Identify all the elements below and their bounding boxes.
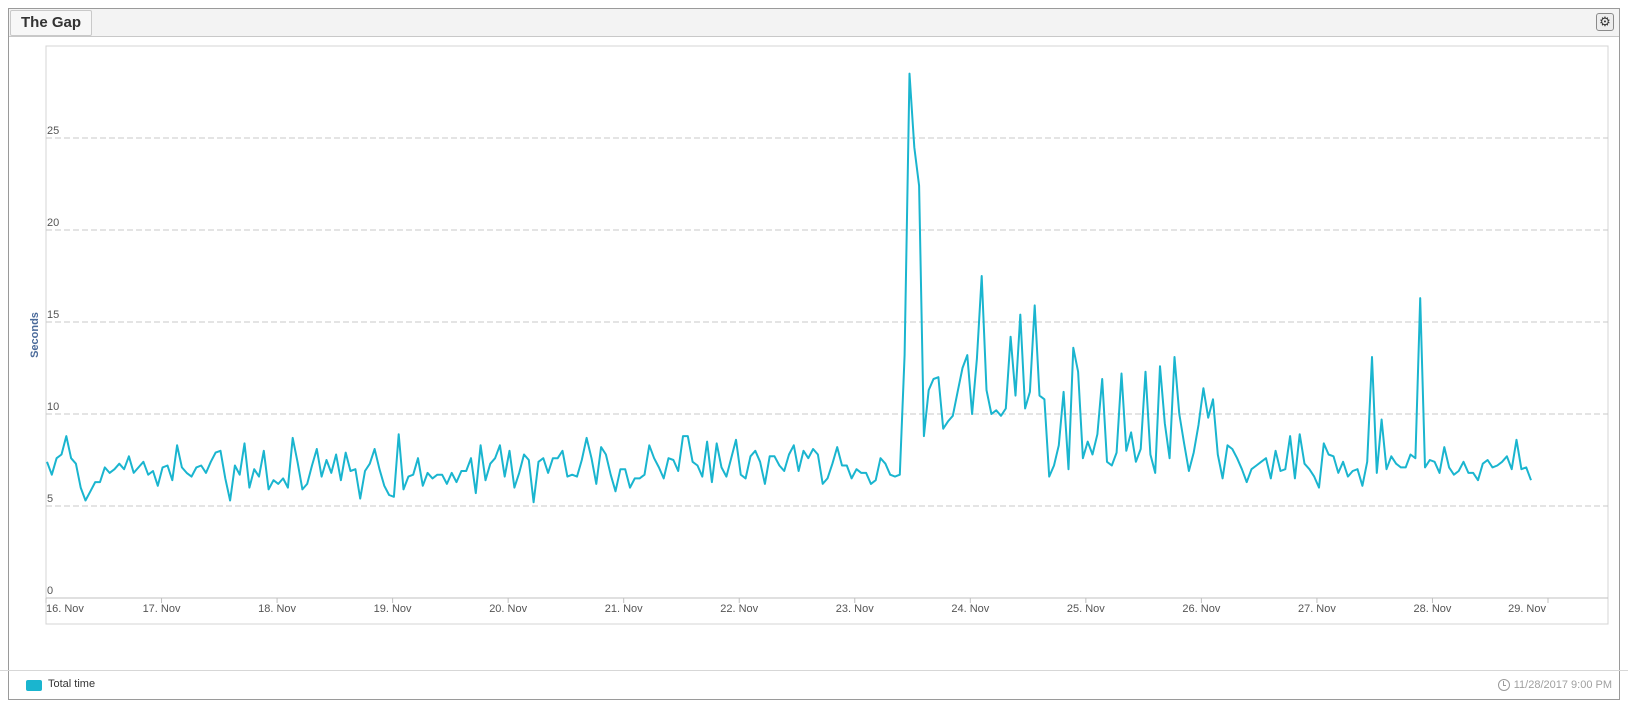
- y-tick-label: 15: [47, 309, 59, 321]
- x-tick-label: 16. Nov: [46, 603, 84, 615]
- x-tick-label: 19. Nov: [374, 603, 412, 615]
- y-tick-label: 10: [47, 401, 59, 413]
- y-tick-label: 20: [47, 217, 59, 229]
- timestamp: 11/28/2017 9:00 PM: [1497, 677, 1612, 693]
- y-tick-label: 0: [47, 585, 53, 597]
- x-tick-label: 17. Nov: [143, 603, 181, 615]
- x-tick-label: 24. Nov: [951, 603, 989, 615]
- x-tick-label: 29. Nov: [1508, 603, 1546, 615]
- y-tick-label: 25: [47, 125, 59, 137]
- legend-label-total-time[interactable]: Total time: [48, 678, 95, 690]
- x-tick-label: 22. Nov: [720, 603, 758, 615]
- footer-divider: [0, 670, 1628, 671]
- y-tick-label: 5: [47, 493, 53, 505]
- x-tick-label: 27. Nov: [1298, 603, 1336, 615]
- timestamp-label: 11/28/2017 9:00 PM: [1513, 679, 1612, 691]
- y-axis-label: Seconds: [29, 312, 41, 358]
- x-tick-label: 21. Nov: [605, 603, 643, 615]
- x-tick-label: 20. Nov: [489, 603, 527, 615]
- x-tick-label: 23. Nov: [836, 603, 874, 615]
- x-tick-label: 28. Nov: [1414, 603, 1452, 615]
- x-tick-label: 26. Nov: [1182, 603, 1220, 615]
- plot-area: [45, 45, 1609, 625]
- x-tick-label: 18. Nov: [258, 603, 296, 615]
- line-chart: 0 5 10 15 20 25 16. Nov 17. Nov 18. Nov 19. Nov 2…: [29, 45, 1609, 625]
- x-tick-label: 25. Nov: [1067, 603, 1105, 615]
- legend-swatch[interactable]: [26, 680, 42, 691]
